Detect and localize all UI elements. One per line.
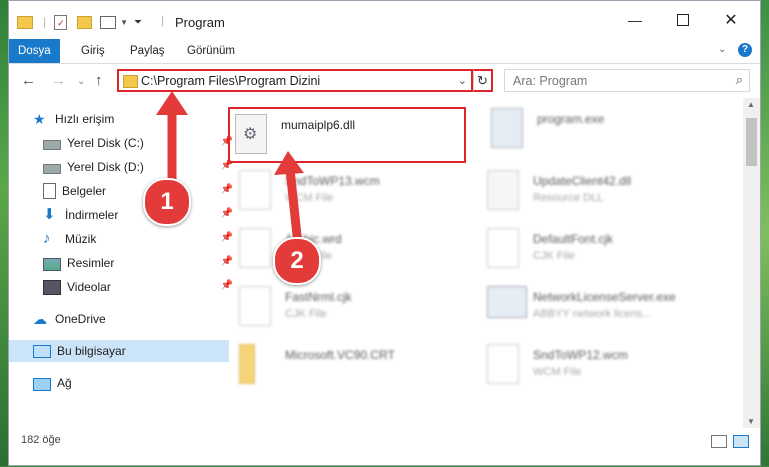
arrow-1: [156, 91, 188, 188]
vertical-scrollbar[interactable]: ▲ ▼: [743, 98, 760, 428]
details-view-icon[interactable]: [711, 435, 727, 448]
item-count: 182 öğe: [21, 434, 61, 446]
large-icons-view-icon[interactable]: [733, 435, 749, 448]
status-bar: 182 öğe: [9, 429, 760, 453]
callout-1: 1: [143, 178, 191, 226]
scrollbar-thumb[interactable]: [746, 118, 757, 166]
scroll-up-icon[interactable]: ▲: [747, 100, 755, 109]
callout-2: 2: [273, 237, 321, 285]
desktop-background-left: [0, 0, 8, 466]
file-explorer-window: | ✓ ▼ ⏷ | Program — ✕ Dosya Giriş Paylaş…: [8, 0, 761, 466]
arrow-2: [274, 151, 304, 250]
scroll-down-icon[interactable]: ▼: [747, 417, 755, 426]
annotation-arrows: [156, 91, 304, 250]
